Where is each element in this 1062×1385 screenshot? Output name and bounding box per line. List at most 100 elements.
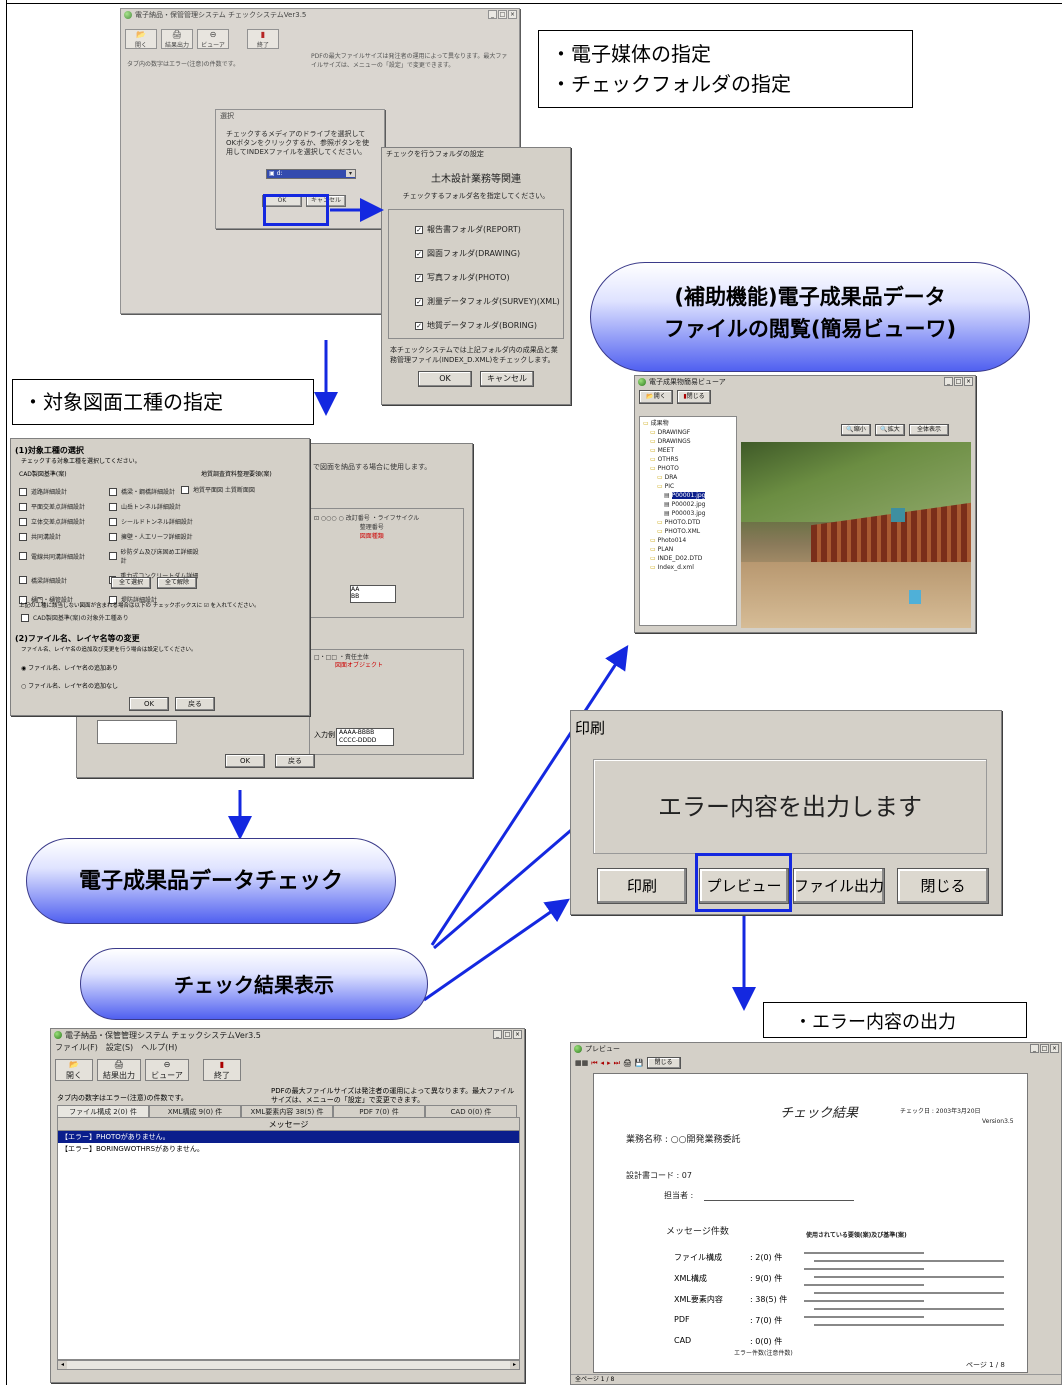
folder-checkbox-drawing[interactable]: ✓ 図面フォルダ(DRAWING) <box>415 248 563 259</box>
zoom-in-button[interactable]: 🔍拡大 <box>875 424 905 436</box>
print-button[interactable]: 印刷 <box>597 868 687 904</box>
work-type-checkbox[interactable]: 立体交差点詳細設計 <box>19 517 109 526</box>
work-type-checkbox[interactable]: 電線共同溝詳細設計 <box>19 547 109 565</box>
menu-file[interactable]: ファイル(F) <box>55 1043 98 1053</box>
tree-item[interactable]: ▭ Photo014 <box>643 536 733 545</box>
tree-item[interactable]: ▭ PIC <box>643 482 733 491</box>
tree-item[interactable]: ▭ PHOTO.DTD <box>643 518 733 527</box>
naming-input-2[interactable]: AAAA-BBBB CCCC-DDDD <box>336 728 394 746</box>
message-row[interactable]: 【エラー】BORINGWOTHRSがありません。 <box>58 1143 519 1155</box>
print-close-button[interactable]: 閉じる <box>897 868 989 904</box>
minimize-icon[interactable]: _ <box>488 10 497 19</box>
minimize-icon[interactable]: _ <box>944 377 953 386</box>
tree-item[interactable]: ▭ PHOTO.XML <box>643 527 733 536</box>
maximize-icon[interactable]: □ <box>954 377 963 386</box>
other-work-hint: 上記の工種に該当しない図面が含まれる場合は以下の チェックボックスに ☑ を入れ… <box>19 603 260 609</box>
zoom-out-button[interactable]: 🔍縮小 <box>841 424 871 436</box>
work-type-checkbox[interactable]: 山岳トンネル詳細設計 <box>109 502 199 511</box>
select-all-button[interactable]: 全て選択 <box>111 577 151 589</box>
naming-input-1[interactable]: AA BB <box>350 585 396 603</box>
tree-item[interactable]: ▭ DRAWINGF <box>643 428 733 437</box>
nav-first-icon[interactable]: ⏮ <box>591 1059 597 1068</box>
viewer-close-button[interactable]: ▮閉じる <box>677 390 711 404</box>
naming-ok-button[interactable]: OK <box>225 754 265 768</box>
tree-item[interactable]: ▤ P00002.jpg <box>643 500 733 509</box>
work-type-checkbox[interactable]: 共同溝設計 <box>19 532 109 541</box>
minimize-icon[interactable]: _ <box>1030 1044 1039 1053</box>
minimize-icon[interactable]: _ <box>493 1030 502 1039</box>
viewer-button[interactable]: ⊖ ビューア <box>145 1059 189 1081</box>
file-output-button[interactable]: ファイル出力 <box>793 868 885 904</box>
exit-button[interactable]: ▮ 終了 <box>247 29 279 49</box>
naming-back-button[interactable]: 戻る <box>275 754 315 768</box>
folder-checkbox-report[interactable]: ✓ 報告書フォルダ(REPORT) <box>415 224 563 235</box>
tree-item[interactable]: ▭ PHOTO <box>643 464 733 473</box>
viewer-open-button[interactable]: 📂開く <box>639 390 673 404</box>
close-icon[interactable]: × <box>1050 1044 1059 1053</box>
maximize-icon[interactable]: □ <box>1040 1044 1049 1053</box>
exit-button[interactable]: ▮ 終了 <box>203 1059 241 1081</box>
work-type-checkbox[interactable]: 道路詳細設計 <box>19 487 109 496</box>
tree-item[interactable]: ▭ PLAN <box>643 545 733 554</box>
open-button[interactable]: 📂 開く <box>55 1059 93 1081</box>
work-type-checkbox[interactable]: 砂防ダム及び床固め工詳細設計 <box>109 547 199 565</box>
work-back-button[interactable]: 戻る <box>175 697 215 711</box>
work-type-checkbox[interactable]: 橋梁詳細設計 <box>19 571 109 589</box>
tree-item[interactable]: ▭ DRA <box>643 473 733 482</box>
close-icon[interactable]: × <box>513 1030 522 1039</box>
work-type-checkbox[interactable]: 擁壁・人工リーフ詳細設計 <box>109 532 199 541</box>
work-type-checkbox[interactable]: シールドトンネル詳細設計 <box>109 517 199 526</box>
scroll-right-icon[interactable]: ▸ <box>510 1361 519 1369</box>
checkbox-icon <box>19 532 27 541</box>
tree-item[interactable]: ▭ MEET <box>643 446 733 455</box>
clear-all-button[interactable]: 全て解除 <box>157 577 197 589</box>
menu-help[interactable]: ヘルプ(H) <box>141 1043 177 1053</box>
tree-item[interactable]: ▤ P00001.jpg <box>643 491 733 500</box>
close-icon[interactable]: × <box>964 377 973 386</box>
folder-checkbox-boring[interactable]: ✓ 地質データフォルダ(BORING) <box>415 320 563 331</box>
message-row[interactable]: 【エラー】PHOTOがありません。 <box>58 1131 519 1143</box>
nav-prev-icon[interactable]: ◂ <box>601 1059 605 1067</box>
other-work-checkbox[interactable]: CAD製図基準(案)の対象外工種あり <box>21 613 129 622</box>
result-output-button[interactable]: 🖨 結果出力 <box>97 1059 141 1081</box>
menu-settings[interactable]: 設定(S) <box>106 1043 133 1053</box>
nav-next-icon[interactable]: ▸ <box>607 1059 611 1067</box>
drive-select[interactable]: ▣ d: ▾ <box>266 169 356 179</box>
tree-item[interactable]: ▤ P00003.jpg <box>643 509 733 518</box>
tree-item[interactable]: ▭ OTHRS <box>643 455 733 464</box>
work-type-checkbox[interactable]: 平面交差点詳細設計 <box>19 502 109 511</box>
horizontal-scrollbar[interactable]: ◂ ▸ <box>57 1360 520 1370</box>
folder-checkbox-survey[interactable]: ✓ 測量データフォルダ(SURVEY)(XML) <box>415 296 563 307</box>
open-button[interactable]: 📂 開く <box>125 29 157 49</box>
tree-item[interactable]: ▭ DRAWINGS <box>643 437 733 446</box>
folder-checkbox-photo[interactable]: ✓ 写真フォルダ(PHOTO) <box>415 272 563 283</box>
viewer-button[interactable]: ⊖ ビューア <box>197 29 229 49</box>
fit-view-button[interactable]: 全体表示 <box>909 424 949 436</box>
tree-item[interactable]: ▭ 成果物 <box>643 419 733 428</box>
preview-close-button[interactable]: 閉じる <box>646 1057 681 1069</box>
folder-ok-button[interactable]: OK <box>418 371 472 387</box>
folder-icon: ▭ <box>650 438 658 445</box>
folder-icon: ▭ <box>657 519 665 526</box>
maximize-icon[interactable]: □ <box>503 1030 512 1039</box>
work-ok-button[interactable]: OK <box>129 697 169 711</box>
nav-last-icon[interactable]: ⏭ <box>614 1059 620 1068</box>
work-type-checkbox[interactable]: 橋梁・鋼橋詳細設計 <box>109 487 199 496</box>
save-icon[interactable]: 💾 <box>635 1059 644 1067</box>
report-version: Version3.5 <box>982 1118 1014 1125</box>
page-view-icon[interactable]: ▦▦ <box>575 1059 588 1067</box>
close-icon[interactable]: × <box>508 10 517 19</box>
folder-cancel-button[interactable]: キャンセル <box>480 371 534 387</box>
radio-no-add[interactable]: ○ ファイル名、レイヤ名の追加なし <box>21 681 118 690</box>
result-output-button[interactable]: 🖨 結果出力 <box>161 29 193 49</box>
report-standard-line <box>804 1252 924 1254</box>
report-standard-line <box>804 1316 924 1318</box>
maximize-icon[interactable]: □ <box>498 10 507 19</box>
tree-item[interactable]: ▭ Index_d.xml <box>643 563 733 572</box>
print-icon[interactable]: 🖨 <box>623 1059 632 1067</box>
scroll-left-icon[interactable]: ◂ <box>58 1361 67 1369</box>
tree-item[interactable]: ▭ INDE_D02.DTD <box>643 554 733 563</box>
folder-icon: ▭ <box>650 447 658 454</box>
naming-memo[interactable] <box>97 720 177 744</box>
radio-add-names[interactable]: ◉ ファイル名、レイヤ名の追加あり <box>21 663 118 672</box>
